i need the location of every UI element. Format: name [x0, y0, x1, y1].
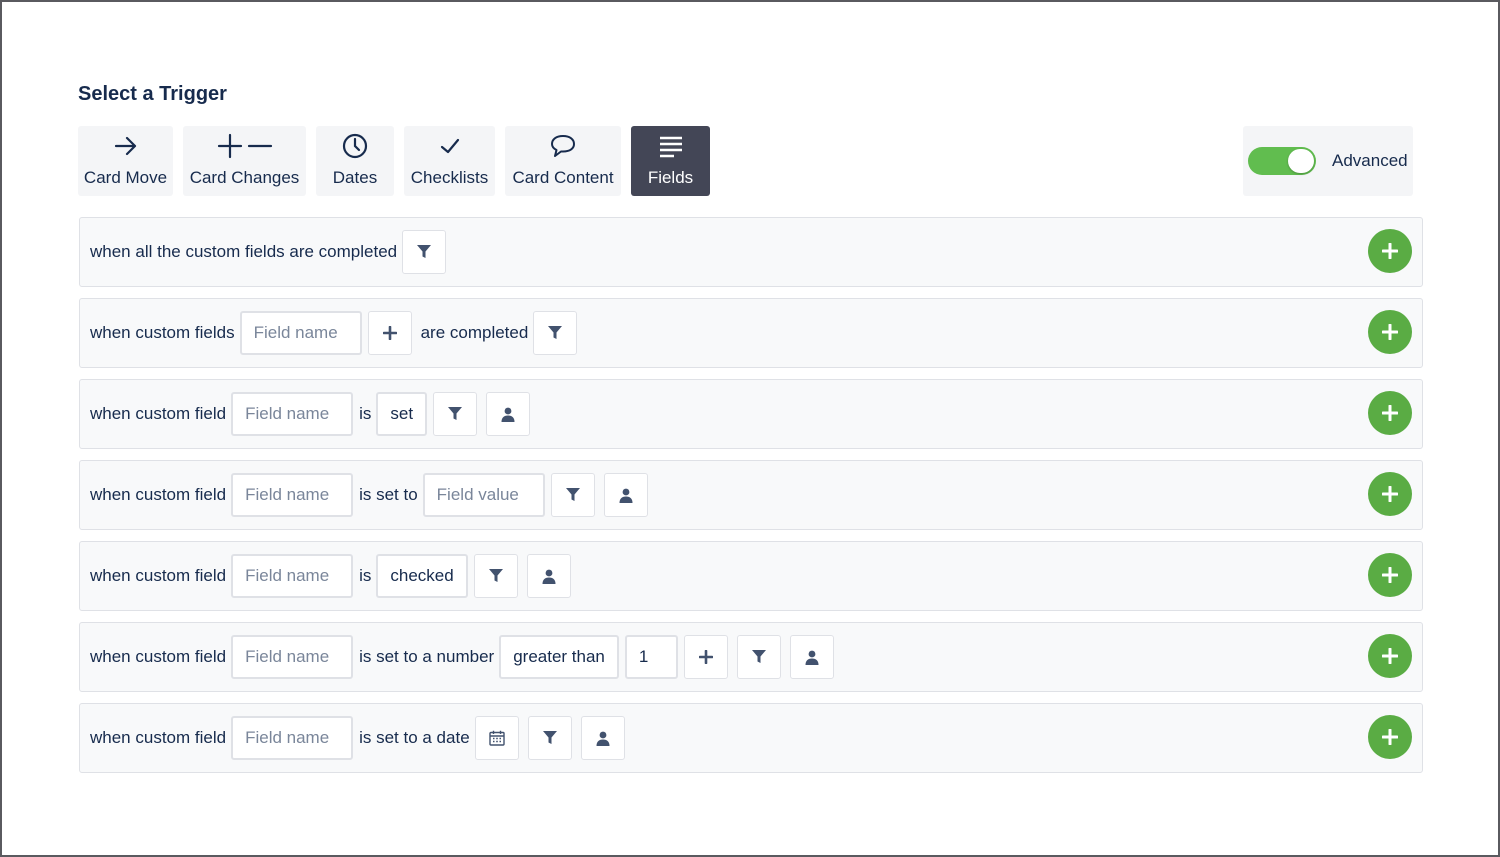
- filter-button[interactable]: [527, 716, 572, 760]
- trigger-row: when all the custom fields are completed: [79, 217, 1423, 287]
- field-name-input[interactable]: [231, 473, 354, 517]
- plus-icon: [1382, 486, 1398, 502]
- trigger-text: when custom field: [90, 647, 227, 666]
- advanced-label: Advanced: [1332, 151, 1408, 170]
- tab-label: Card Changes: [189, 168, 300, 187]
- field-name-input[interactable]: [231, 554, 354, 598]
- tab-label: Dates: [332, 168, 378, 187]
- field-value-input[interactable]: [422, 473, 545, 517]
- date-picker-button[interactable]: [474, 716, 519, 760]
- user-icon: [619, 488, 633, 503]
- plus-icon: [698, 650, 713, 664]
- add-trigger-button[interactable]: [1368, 229, 1412, 273]
- add-trigger-button[interactable]: [1368, 553, 1412, 597]
- add-trigger-button[interactable]: [1368, 391, 1412, 435]
- plus-icon: [1382, 243, 1398, 259]
- speech-bubble-icon: [549, 131, 577, 161]
- tab-label: Checklists: [410, 168, 489, 187]
- tab-label: Card Move: [83, 168, 168, 187]
- add-trigger-button[interactable]: [1368, 310, 1412, 354]
- field-name-input[interactable]: [231, 392, 354, 436]
- plus-icon: [1382, 405, 1398, 421]
- plus-icon: [1382, 567, 1398, 583]
- filter-button[interactable]: [736, 635, 781, 679]
- trigger-row: when custom field is checked: [79, 541, 1423, 611]
- calendar-icon: [488, 730, 505, 746]
- trigger-text: is set to: [359, 485, 418, 504]
- trigger-text: when custom field: [90, 404, 227, 423]
- trigger-text: when custom field: [90, 485, 227, 504]
- filter-icon: [542, 731, 557, 744]
- trigger-text: when custom field: [90, 566, 227, 585]
- user-icon: [596, 731, 610, 746]
- add-condition-button[interactable]: [683, 635, 728, 679]
- trigger-tabs: Card Move Card Changes Dates Checklists …: [78, 126, 720, 196]
- plus-icon: [1382, 324, 1398, 340]
- tab-checklists[interactable]: Checklists: [404, 126, 495, 196]
- trigger-text: is set to a date: [359, 728, 470, 747]
- toggle-switch[interactable]: [1248, 147, 1316, 175]
- advanced-toggle[interactable]: Advanced: [1243, 126, 1413, 196]
- state-select[interactable]: set: [376, 392, 428, 436]
- toggle-knob: [1288, 149, 1314, 173]
- filter-button[interactable]: [533, 311, 578, 355]
- filter-button[interactable]: [550, 473, 595, 517]
- add-trigger-button[interactable]: [1368, 472, 1412, 516]
- add-trigger-button[interactable]: [1368, 634, 1412, 678]
- trigger-text: when custom fields: [90, 323, 235, 342]
- filter-icon: [448, 407, 463, 420]
- filter-icon: [548, 326, 563, 339]
- plus-icon: [382, 326, 397, 340]
- trigger-text: is set to a number: [359, 647, 495, 666]
- filter-button[interactable]: [402, 230, 447, 274]
- user-button[interactable]: [603, 473, 648, 517]
- plus-icon: [1382, 729, 1398, 745]
- trigger-text: are completed: [420, 323, 529, 342]
- trigger-row: when custom fields are completed: [79, 298, 1423, 368]
- tab-label: Fields: [647, 168, 694, 187]
- trigger-row: when custom field is set to: [79, 460, 1423, 530]
- arrow-right-icon: [113, 131, 139, 161]
- trigger-text: is: [359, 404, 372, 423]
- trigger-row: when custom field is set to a number gre…: [79, 622, 1423, 692]
- filter-button[interactable]: [433, 392, 478, 436]
- trigger-text: is: [359, 566, 372, 585]
- user-button[interactable]: [789, 635, 834, 679]
- tab-fields[interactable]: Fields: [631, 126, 710, 196]
- user-icon: [501, 407, 515, 422]
- plus-minus-icon: [217, 131, 273, 161]
- trigger-text: when all the custom fields are completed: [90, 242, 398, 261]
- lines-icon: [658, 131, 684, 161]
- user-icon: [805, 650, 819, 665]
- trigger-text: when custom field: [90, 728, 227, 747]
- plus-icon: [1382, 648, 1398, 664]
- user-button[interactable]: [486, 392, 531, 436]
- comparison-select[interactable]: greater than: [499, 635, 619, 679]
- filter-icon: [488, 569, 503, 582]
- user-button[interactable]: [526, 554, 571, 598]
- field-name-input[interactable]: [231, 635, 354, 679]
- filter-icon: [751, 650, 766, 663]
- add-field-button[interactable]: [367, 311, 412, 355]
- check-icon: [439, 131, 461, 161]
- filter-button[interactable]: [473, 554, 518, 598]
- tab-label: Card Content: [512, 168, 614, 187]
- user-icon: [542, 569, 556, 584]
- tab-card-move[interactable]: Card Move: [78, 126, 173, 196]
- user-button[interactable]: [580, 716, 625, 760]
- filter-icon: [417, 245, 432, 258]
- tab-card-content[interactable]: Card Content: [505, 126, 621, 196]
- state-select[interactable]: checked: [376, 554, 468, 598]
- number-input[interactable]: [624, 635, 678, 679]
- filter-icon: [565, 488, 580, 501]
- field-name-input[interactable]: [231, 716, 354, 760]
- clock-icon: [341, 131, 369, 161]
- trigger-row: when custom field is set to a date: [79, 703, 1423, 773]
- trigger-row: when custom field is set: [79, 379, 1423, 449]
- field-name-input[interactable]: [239, 311, 362, 355]
- add-trigger-button[interactable]: [1368, 715, 1412, 759]
- tab-dates[interactable]: Dates: [316, 126, 394, 196]
- page-title: Select a Trigger: [78, 83, 227, 105]
- tab-card-changes[interactable]: Card Changes: [183, 126, 306, 196]
